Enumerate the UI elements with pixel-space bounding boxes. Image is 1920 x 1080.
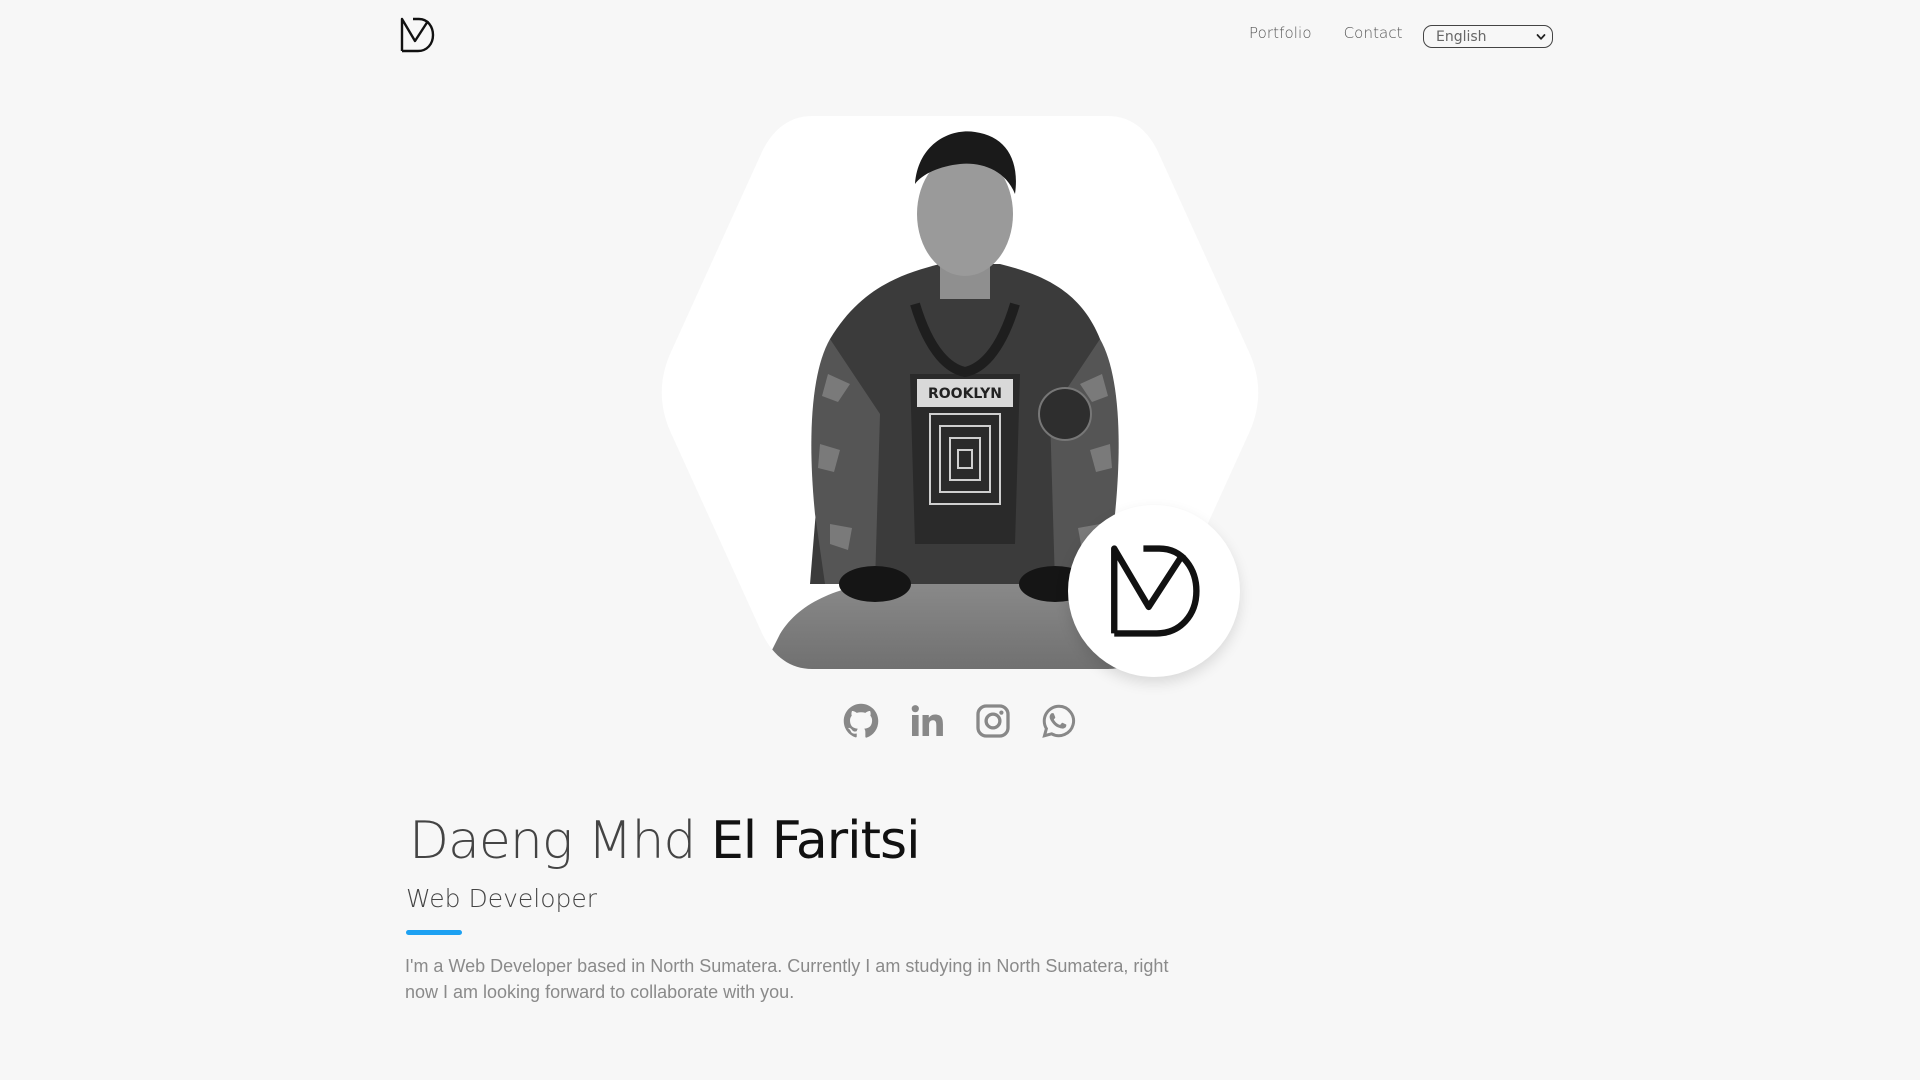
accent-underline [406, 930, 462, 935]
job-title: Web Developer [406, 884, 598, 913]
dm-badge-logo [1111, 545, 1200, 637]
main-nav: Portfolio Contact [1249, 24, 1403, 42]
dm-badge [1068, 505, 1240, 677]
instagram-icon[interactable] [975, 703, 1011, 739]
chevron-down-icon [1536, 33, 1546, 40]
language-select[interactable]: English [1423, 25, 1553, 48]
nav-portfolio-link[interactable]: Portfolio [1249, 24, 1312, 42]
whatsapp-icon[interactable] [1041, 703, 1077, 739]
header: Portfolio Contact English [0, 0, 1920, 72]
social-links [843, 703, 1077, 739]
full-name: Daeng Mhd El Faritsi [409, 808, 1305, 874]
shirt-text: ROOKLYN [928, 386, 1002, 402]
intro-section: Daeng Mhd El Faritsi Web Developer I'm a… [405, 808, 1305, 1005]
language-select-value: English [1436, 28, 1487, 45]
name-light: Daeng Mhd [409, 811, 711, 871]
bio-text: I'm a Web Developer based in North Sumat… [405, 956, 1169, 1002]
github-icon[interactable] [843, 703, 879, 739]
dm-logo[interactable] [399, 15, 435, 55]
name-bold: El Faritsi [710, 811, 921, 871]
linkedin-icon[interactable] [909, 703, 945, 739]
nav-contact-link[interactable]: Contact [1344, 24, 1403, 42]
